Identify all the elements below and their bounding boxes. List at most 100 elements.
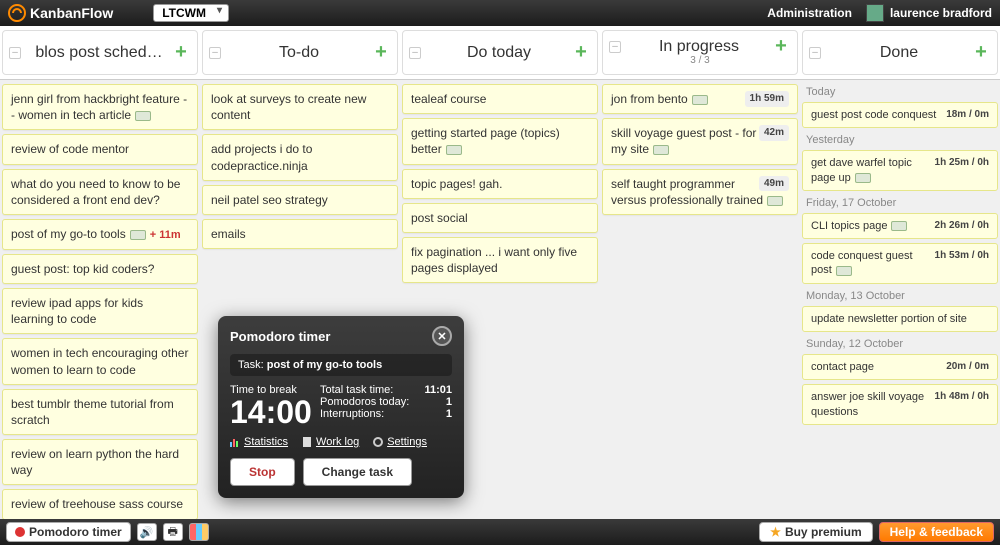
task-time-badge: 2h 26m / 0h <box>935 219 989 232</box>
add-card-icon[interactable]: + <box>971 41 991 64</box>
task-card[interactable]: topic pages! gah. <box>402 169 598 199</box>
task-card[interactable]: review ipad apps for kids learning to co… <box>2 288 198 334</box>
pomodoro-timer-button[interactable]: Pomodoro timer <box>6 522 131 542</box>
column-header: – Done + <box>802 30 998 75</box>
task-card[interactable]: jenn girl from hackbright feature -- wom… <box>2 84 198 130</box>
task-card[interactable]: 1h 25m / 0hget dave warfel topic page up <box>802 150 998 191</box>
task-card[interactable]: review of treehouse sass course <box>2 489 198 519</box>
task-text: jenn girl from hackbright feature -- wom… <box>11 92 187 122</box>
close-icon[interactable]: ✕ <box>432 326 452 346</box>
task-text: review of treehouse sass course <box>11 497 183 511</box>
task-card[interactable]: 18m / 0mguest post code conquest <box>802 102 998 128</box>
column-title[interactable]: blos post sched… <box>27 44 171 62</box>
pomodoro-title: Pomodoro timer <box>230 329 330 344</box>
task-card[interactable]: what do you need to know to be considere… <box>2 169 198 215</box>
settings-link[interactable]: Settings <box>373 436 427 448</box>
task-text: self taught programmer versus profession… <box>611 177 763 207</box>
pomodoro-panel[interactable]: Pomodoro timer ✕ Task: post of my go-to … <box>218 316 464 498</box>
task-card[interactable]: neil patel seo strategy <box>202 185 398 215</box>
task-card[interactable]: look at surveys to create new content <box>202 84 398 130</box>
task-text: contact page <box>811 361 874 373</box>
record-icon <box>15 527 25 537</box>
subtask-icon <box>767 196 783 206</box>
task-text: emails <box>211 227 246 241</box>
task-text: post social <box>411 211 468 225</box>
logo-text: KanbanFlow <box>30 5 113 21</box>
column-title[interactable]: To-do <box>227 44 371 62</box>
task-card[interactable]: 2h 26m / 0h CLI topics page <box>802 213 998 239</box>
interruptions-label: Interruptions: <box>320 408 384 420</box>
task-card[interactable]: best tumblr theme tutorial from scratch <box>2 389 198 435</box>
task-card[interactable]: 1h 53m / 0h code conquest guest post <box>802 243 998 284</box>
task-card[interactable]: 1h 59mjon from bento <box>602 84 798 114</box>
task-card[interactable]: 1h 48m / 0h answer joe skill voyage quest… <box>802 384 998 425</box>
column-header: – To-do + <box>202 30 398 75</box>
task-card[interactable]: review of code mentor <box>2 134 198 164</box>
subtask-icon <box>130 230 146 240</box>
gear-icon <box>373 437 383 447</box>
task-time-badge: 1h 48m / 0h <box>935 390 989 403</box>
stop-button[interactable]: Stop <box>230 458 295 486</box>
done-group-header: Monday, 13 October <box>802 288 998 302</box>
task-card[interactable]: women in tech encouraging other women to… <box>2 338 198 384</box>
pomodoro-task-name: post of my go-to tools <box>267 359 382 371</box>
document-icon <box>302 437 312 447</box>
task-text: topic pages! gah. <box>411 177 502 191</box>
task-text: code conquest guest post <box>811 250 913 276</box>
task-text: review of code mentor <box>11 142 129 156</box>
column-collapse-icon[interactable]: – <box>209 47 221 59</box>
task-text: review on learn python the hard way <box>11 447 179 477</box>
bottombar: Pomodoro timer 🔊 🖶 ★Buy premium Help & f… <box>0 519 1000 545</box>
task-text: answer joe skill voyage questions <box>811 391 924 417</box>
column-backlog: jenn girl from hackbright feature -- wom… <box>2 84 198 527</box>
column-header: – In progress 3 / 3 + <box>602 30 798 75</box>
column-collapse-icon[interactable]: – <box>809 47 821 59</box>
help-feedback-button[interactable]: Help & feedback <box>879 522 994 542</box>
add-card-icon[interactable]: + <box>171 41 191 64</box>
statistics-link[interactable]: Statistics <box>230 436 288 448</box>
user-menu[interactable]: laurence bradford <box>866 4 992 22</box>
task-card[interactable]: tealeaf course <box>402 84 598 114</box>
task-text: best tumblr theme tutorial from scratch <box>11 397 174 427</box>
print-icon[interactable]: 🖶 <box>163 523 183 541</box>
column-collapse-icon[interactable]: – <box>9 47 21 59</box>
app-logo[interactable]: KanbanFlow <box>8 4 113 22</box>
color-swatch-icon[interactable] <box>189 523 209 541</box>
column-collapse-icon[interactable]: – <box>609 41 621 53</box>
column-title[interactable]: In progress <box>627 38 771 56</box>
administration-link[interactable]: Administration <box>767 6 852 20</box>
column-title[interactable]: Done <box>827 44 971 62</box>
pomodoro-time: 14:00 <box>230 396 320 428</box>
task-card[interactable]: post of my go-to tools+ 11m <box>2 219 198 250</box>
add-card-icon[interactable]: + <box>571 41 591 64</box>
buy-premium-button[interactable]: ★Buy premium <box>759 522 872 542</box>
column-header: – Do today + <box>402 30 598 75</box>
subtask-icon <box>836 266 852 276</box>
task-card[interactable]: update newsletter portion of site <box>802 306 998 332</box>
column-done: Today18m / 0mguest post code conquestYes… <box>802 84 998 527</box>
column-headers: – blos post sched… + – To-do + – Do toda… <box>0 26 1000 80</box>
task-card[interactable]: 42mskill voyage guest post - for my site <box>602 118 798 164</box>
task-card[interactable]: guest post: top kid coders? <box>2 254 198 284</box>
task-card[interactable]: emails <box>202 219 398 249</box>
task-time-badge: 42m <box>759 125 789 141</box>
board-selector[interactable]: LTCWM <box>153 4 229 22</box>
column-wip-limit: 3 / 3 <box>603 55 797 66</box>
task-time-badge: 20m / 0m <box>946 360 989 373</box>
task-card[interactable]: 49mself taught programmer versus profess… <box>602 169 798 215</box>
task-card[interactable]: add projects i do to codepractice.ninja <box>202 134 398 180</box>
change-task-button[interactable]: Change task <box>303 458 412 486</box>
column-title[interactable]: Do today <box>427 44 571 62</box>
task-text: CLI topics page <box>811 220 887 232</box>
task-card[interactable]: post social <box>402 203 598 233</box>
task-card[interactable]: 20m / 0m contact page <box>802 354 998 380</box>
task-card[interactable]: review on learn python the hard way <box>2 439 198 485</box>
task-text: women in tech encouraging other women to… <box>11 346 188 376</box>
add-card-icon[interactable]: + <box>371 41 391 64</box>
sound-icon[interactable]: 🔊 <box>137 523 157 541</box>
task-card[interactable]: fix pagination ... i want only five page… <box>402 237 598 283</box>
task-card[interactable]: getting started page (topics) better <box>402 118 598 164</box>
task-time-badge: 1h 53m / 0h <box>935 249 989 262</box>
column-collapse-icon[interactable]: – <box>409 47 421 59</box>
worklog-link[interactable]: Work log <box>302 436 359 448</box>
